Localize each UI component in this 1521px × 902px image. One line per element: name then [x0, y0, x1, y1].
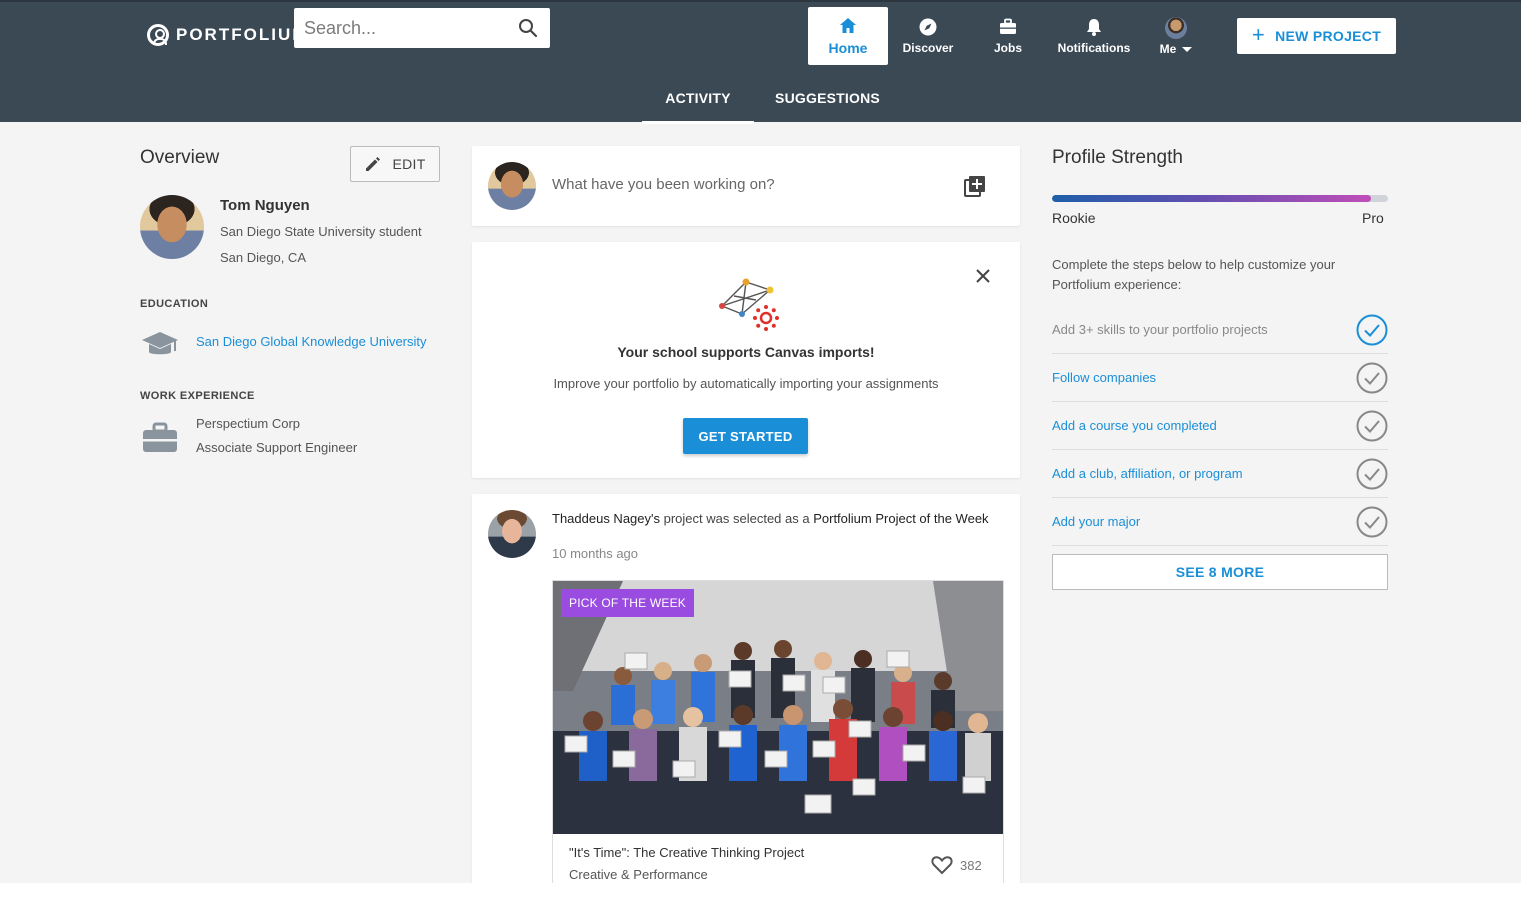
bottom-edge — [0, 883, 1521, 902]
add-media-icon[interactable] — [964, 175, 986, 197]
work-role: Associate Support Engineer — [196, 440, 358, 455]
search-icon[interactable] — [518, 18, 538, 38]
step-add-major[interactable]: Add your major — [1052, 498, 1388, 546]
nav-jobs[interactable]: Jobs — [977, 7, 1039, 65]
check-circle-icon — [1356, 506, 1388, 538]
step-add-club[interactable]: Add a club, affiliation, or program — [1052, 450, 1388, 498]
post-composer[interactable]: What have you been working on? — [472, 146, 1020, 226]
check-circle-icon — [1356, 362, 1388, 394]
nav-home-label: Home — [828, 40, 868, 56]
composer-prompt[interactable]: What have you been working on? — [552, 176, 775, 193]
project-category: Creative & Performance — [569, 867, 708, 882]
feed-highlight-link[interactable]: Portfolium Project of the Week — [813, 511, 988, 526]
profile-name[interactable]: Tom Nguyen — [220, 197, 310, 214]
canvas-headline: Your school supports Canvas imports! — [617, 344, 875, 360]
nav-discover[interactable]: Discover — [895, 7, 961, 65]
plus-icon: + — [1251, 22, 1266, 47]
tab-activity[interactable]: ACTIVITY — [642, 90, 754, 124]
nav-home[interactable]: Home — [808, 7, 888, 65]
edit-label: EDIT — [392, 156, 426, 172]
edit-button[interactable]: EDIT — [350, 146, 440, 182]
project-title[interactable]: "It's Time": The Creative Thinking Proje… — [569, 845, 804, 860]
heart-icon[interactable] — [931, 855, 953, 875]
logo-text: PORTFOLIUM — [176, 25, 309, 44]
search-box — [294, 8, 550, 48]
graduation-cap-icon — [142, 332, 178, 355]
briefcase-icon — [1000, 18, 1016, 34]
like-count: 382 — [960, 858, 982, 873]
feed-timestamp: 10 months ago — [552, 546, 639, 561]
tab-suggestions[interactable]: SUGGESTIONS — [770, 90, 885, 124]
portfolium-logo[interactable]: PORTFOLIUM — [147, 22, 308, 48]
nav-me-label: Me — [1159, 41, 1177, 56]
pick-of-week-badge: PICK OF THE WEEK — [561, 589, 694, 617]
feed-item: Thaddeus Nagey's project was selected as… — [472, 494, 1020, 884]
canvas-network-icon — [719, 278, 779, 331]
pencil-icon — [366, 157, 381, 171]
avatar — [488, 162, 536, 210]
feed-user-link[interactable]: Thaddeus Nagey's — [552, 511, 660, 526]
nav-me[interactable]: Me — [1150, 7, 1202, 65]
avatar — [1165, 16, 1187, 39]
check-circle-icon — [1356, 410, 1388, 442]
step-label: Add a course you completed — [1052, 418, 1217, 433]
top-navigation-bar: PORTFOLIUM Home Discover Jobs — [0, 0, 1521, 124]
overview-title: Overview — [140, 147, 220, 168]
step-label: Follow companies — [1052, 370, 1157, 385]
step-label: Add 3+ skills to your portfolio projects — [1052, 322, 1268, 337]
nav-discover-label: Discover — [902, 41, 954, 55]
logo-icon — [147, 24, 169, 46]
nav-notifications-label: Notifications — [1057, 41, 1131, 55]
work-experience-heading: WORK EXPERIENCE — [140, 390, 255, 402]
avatar[interactable] — [488, 510, 536, 558]
profile-strength-fill — [1052, 195, 1372, 202]
search-input[interactable] — [294, 17, 504, 39]
profile-strength-title: Profile Strength — [1052, 147, 1183, 168]
work-company: Perspectium Corp — [196, 416, 301, 431]
close-icon[interactable] — [975, 268, 991, 284]
strength-min-label: Rookie — [1052, 210, 1096, 226]
compass-icon — [919, 18, 937, 36]
check-circle-icon — [1356, 458, 1388, 490]
step-add-skills[interactable]: Add 3+ skills to your portfolio projects — [1052, 306, 1388, 354]
new-project-button[interactable]: + NEW PROJECT — [1237, 18, 1396, 54]
project-image[interactable]: PICK OF THE WEEK — [553, 581, 1003, 834]
feed-action-text: project was selected as a — [663, 511, 810, 526]
nav-notifications[interactable]: Notifications — [1058, 7, 1130, 65]
check-circle-icon — [1356, 314, 1388, 346]
profile-strength-description: Complete the steps below to help customi… — [1052, 257, 1336, 292]
strength-max-label: Pro — [1362, 210, 1384, 226]
education-heading: EDUCATION — [140, 298, 209, 310]
get-started-button[interactable]: GET STARTED — [683, 418, 808, 454]
step-label: Add your major — [1052, 514, 1141, 529]
profile-photo[interactable] — [140, 195, 204, 259]
new-project-label: NEW PROJECT — [1275, 28, 1382, 44]
step-follow-companies[interactable]: Follow companies — [1052, 354, 1388, 402]
project-card[interactable]: PICK OF THE WEEK "It's Time": The Creati… — [552, 580, 1004, 884]
bell-icon — [1087, 19, 1101, 36]
education-link[interactable]: San Diego Global Knowledge University — [196, 334, 438, 349]
chevron-down-icon — [1182, 46, 1193, 52]
canvas-import-card: Your school supports Canvas imports! Imp… — [472, 242, 1020, 478]
step-label: Add a club, affiliation, or program — [1052, 466, 1243, 481]
step-add-course[interactable]: Add a course you completed — [1052, 402, 1388, 450]
home-icon — [840, 18, 856, 33]
profile-location: San Diego, CA — [220, 250, 306, 265]
canvas-subtext: Improve your portfolio by automatically … — [553, 376, 939, 391]
group-photo — [553, 581, 1003, 834]
profile-school: San Diego State University student — [220, 224, 422, 239]
see-more-button[interactable]: SEE 8 MORE — [1052, 554, 1388, 590]
profile-strength-bar — [1052, 195, 1388, 202]
nav-jobs-label: Jobs — [993, 41, 1022, 55]
briefcase-icon — [143, 422, 177, 452]
feed-item-text: Thaddeus Nagey's project was selected as… — [552, 510, 992, 528]
